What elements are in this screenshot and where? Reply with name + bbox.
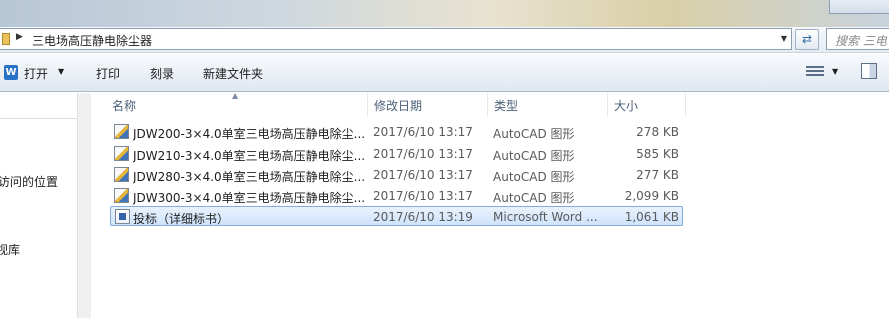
address-bar[interactable]: ▶ 三电场高压静电除尘器 ▼ — [0, 28, 792, 50]
address-bar-row: ▶ 三电场高压静电除尘器 ▼ ⇄ 搜索 三电 — [0, 27, 889, 53]
file-type: AutoCAD 图形 — [493, 149, 575, 163]
nav-divider — [0, 118, 77, 119]
file-type: AutoCAD 图形 — [493, 127, 575, 141]
breadcrumb-chevron-icon[interactable]: ▶ — [16, 32, 23, 42]
column-header-size[interactable]: 大小 — [608, 93, 686, 117]
refresh-button[interactable]: ⇄ — [795, 29, 819, 50]
file-modified: 2017/6/10 13:17 — [373, 125, 473, 139]
burn-button[interactable]: 刻录 — [150, 65, 174, 82]
search-input[interactable]: 搜索 三电 — [826, 28, 889, 50]
column-header-modified[interactable]: 修改日期 — [368, 93, 488, 117]
open-dropdown-icon[interactable]: ▼ — [58, 67, 64, 76]
file-modified: 2017/6/10 13:17 — [373, 168, 473, 182]
file-row-selected[interactable]: 投标（详细标书） 2017/6/10 13:19 Microsoft Word … — [110, 206, 683, 226]
file-row[interactable]: JDW300-3×4.0单室三电场高压静电除尘... 2017/6/10 13:… — [110, 186, 683, 206]
breadcrumb-current-folder[interactable]: 三电场高压静电除尘器 — [32, 32, 152, 49]
window-close-button[interactable] — [829, 0, 889, 14]
file-row[interactable]: JDW280-3×4.0单室三电场高压静电除尘... 2017/6/10 13:… — [110, 165, 683, 185]
file-size: 585 KB — [636, 147, 679, 161]
nav-item-recent-places[interactable]: 访问的位置 — [0, 173, 58, 190]
autocad-icon — [114, 146, 129, 161]
file-modified: 2017/6/10 13:17 — [373, 147, 473, 161]
search-placeholder: 搜索 三电 — [835, 34, 887, 48]
change-view-icon[interactable] — [806, 66, 824, 79]
column-name-label: 名称 — [112, 99, 137, 113]
word-doc-icon — [115, 209, 130, 224]
folder-icon — [2, 33, 10, 45]
command-toolbar: W 打开 ▼ 打印 刻录 新建文件夹 ▼ — [0, 54, 889, 92]
new-folder-button[interactable]: 新建文件夹 — [203, 65, 263, 82]
file-name: JDW280-3×4.0单室三电场高压静电除尘... — [133, 170, 366, 184]
file-modified: 2017/6/10 13:17 — [373, 189, 473, 203]
file-list: ▲ 名称 修改日期 类型 大小 JDW200-3×4.0单室三电场高压静电除尘.… — [92, 91, 889, 318]
file-size: 277 KB — [636, 168, 679, 182]
file-name: JDW210-3×4.0单室三电场高压静电除尘... — [133, 149, 366, 163]
column-modified-label: 修改日期 — [374, 99, 423, 113]
preview-pane-icon[interactable] — [861, 63, 877, 79]
autocad-icon — [114, 167, 129, 182]
file-size: 278 KB — [636, 125, 679, 139]
file-name: JDW200-3×4.0单室三电场高压静电除尘... — [133, 127, 366, 141]
column-header-type[interactable]: 类型 — [488, 93, 608, 117]
file-name: JDW300-3×4.0单室三电场高压静电除尘... — [133, 191, 366, 205]
file-type: AutoCAD 图形 — [493, 170, 575, 184]
autocad-icon — [114, 124, 129, 139]
nav-scrollbar[interactable] — [77, 93, 91, 318]
print-button[interactable]: 打印 — [96, 65, 120, 82]
file-row[interactable]: JDW200-3×4.0单室三电场高压静电除尘... 2017/6/10 13:… — [110, 122, 683, 142]
view-dropdown-icon[interactable]: ▼ — [832, 67, 838, 76]
file-type: AutoCAD 图形 — [493, 191, 575, 205]
autocad-icon — [114, 188, 129, 203]
open-button[interactable]: 打开 — [24, 65, 48, 82]
nav-item-video-library[interactable]: 视库 — [0, 241, 20, 258]
column-size-label: 大小 — [614, 99, 639, 113]
file-size: 2,099 KB — [624, 189, 679, 203]
navigation-pane: 访问的位置 视库 — [0, 93, 91, 318]
file-size: 1,061 KB — [624, 210, 679, 224]
address-history-dropdown-icon[interactable]: ▼ — [781, 34, 787, 43]
file-row[interactable]: JDW210-3×4.0单室三电场高压静电除尘... 2017/6/10 13:… — [110, 144, 683, 164]
file-name: 投标（详细标书） — [133, 212, 230, 226]
refresh-icon: ⇄ — [801, 32, 813, 46]
file-type: Microsoft Word ... — [493, 210, 598, 224]
word-open-icon[interactable]: W — [4, 65, 18, 80]
file-modified: 2017/6/10 13:19 — [373, 210, 473, 224]
desktop-background — [0, 0, 889, 27]
column-type-label: 类型 — [494, 99, 519, 113]
column-header-name[interactable]: 名称 — [106, 93, 368, 117]
